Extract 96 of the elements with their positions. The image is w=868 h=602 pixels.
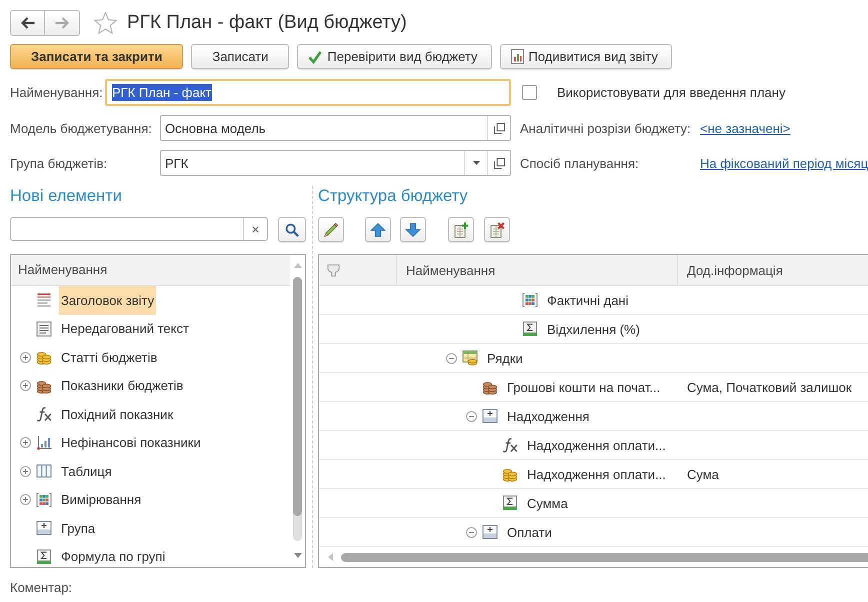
right-arrow-icon — [55, 17, 69, 29]
edit-button[interactable] — [318, 217, 344, 242]
field-label: Спосіб планування: — [520, 156, 640, 170]
filter-icon[interactable] — [327, 264, 340, 276]
clear-icon[interactable] — [252, 226, 259, 232]
scrollbar-thumb[interactable] — [341, 552, 868, 562]
group-dropdown[interactable]: РГК — [160, 150, 511, 176]
search-field[interactable] — [10, 217, 268, 241]
star-icon[interactable] — [94, 12, 117, 34]
tree-item[interactable]: Нефінансові показники — [59, 428, 203, 457]
sigma-icon — [502, 495, 518, 511]
collapse-icon[interactable] — [446, 352, 457, 364]
formula-icon — [502, 437, 518, 453]
delete-column-button[interactable] — [484, 217, 510, 242]
field-label: Група бюджетів: — [10, 156, 108, 170]
table-coins-icon — [462, 350, 478, 366]
expand-icon[interactable] — [20, 466, 31, 477]
search-icon — [285, 222, 299, 236]
bar-chart-icon — [36, 434, 52, 451]
check-icon — [308, 50, 322, 64]
expand-icon[interactable] — [20, 494, 31, 506]
tree-item[interactable]: Сумма — [527, 496, 568, 510]
tree-item[interactable]: Статті бюджетів — [59, 343, 160, 372]
tree-item[interactable]: Надходження — [507, 408, 590, 424]
search-button[interactable] — [278, 217, 306, 242]
link[interactable]: <не зазначені> — [700, 120, 790, 136]
column-header[interactable]: Дод.інформація — [678, 255, 868, 285]
model-field[interactable]: Основна модель — [160, 115, 511, 141]
view-report-button[interactable]: Подивитися вид звіту — [500, 44, 672, 69]
expand-icon[interactable] — [20, 380, 31, 392]
pencil-icon — [323, 222, 339, 238]
report-icon — [510, 49, 524, 64]
tree-item[interactable]: Грошові кошти на почат... — [507, 380, 660, 394]
field-label: Модель бюджетування: — [10, 120, 153, 136]
column-header[interactable]: Найменування — [11, 255, 290, 286]
tree-item[interactable]: Оплати — [507, 524, 552, 540]
document-icon — [36, 320, 52, 337]
checkbox-label: Використовувати для введення плану — [557, 85, 786, 100]
tree-item[interactable]: Формула по групі — [59, 542, 168, 567]
comment-label: Коментар: — [10, 580, 72, 595]
formula-icon — [36, 406, 52, 422]
tree-item[interactable]: Фактичні дані — [547, 292, 628, 308]
up-arrow-icon — [370, 222, 386, 236]
field-label: Найменування: — [10, 85, 104, 100]
open-icon[interactable] — [494, 122, 504, 134]
plus-box-icon — [482, 524, 498, 540]
field-label: Аналітичні розрізи бюджету: — [520, 120, 692, 136]
tree-item[interactable]: Група — [59, 514, 98, 542]
move-up-button[interactable] — [365, 217, 391, 242]
sigma-icon — [522, 321, 538, 337]
tree-item[interactable]: Показники бюджетів — [59, 372, 186, 400]
color-grid-icon — [36, 492, 52, 508]
expand-icon[interactable] — [20, 437, 31, 448]
table-icon — [36, 463, 52, 480]
coins-icon — [502, 466, 518, 482]
back-button[interactable] — [10, 10, 45, 36]
table-cell: Сума — [687, 466, 719, 482]
column-header[interactable]: Найменування — [397, 255, 678, 285]
tree-item[interactable]: Таблиця — [59, 457, 114, 486]
add-column-icon — [453, 222, 469, 238]
collapse-icon[interactable] — [466, 410, 477, 422]
add-column-button[interactable] — [448, 217, 474, 242]
open-icon[interactable] — [494, 158, 504, 168]
save-and-close-button[interactable]: Записати та закрити — [10, 44, 184, 69]
caret-icon[interactable] — [472, 161, 480, 165]
down-arrow-icon — [405, 222, 421, 236]
coins-icon — [482, 379, 498, 395]
move-down-button[interactable] — [400, 217, 426, 242]
save-button[interactable]: Записати — [191, 44, 290, 69]
sigma-icon — [36, 548, 52, 565]
plus-box-icon — [36, 520, 52, 536]
tree-item[interactable]: Нередагований текст — [59, 314, 191, 343]
section-title: Структура бюджету — [318, 186, 468, 206]
plus-box-icon — [482, 408, 498, 424]
delete-column-icon — [489, 222, 505, 238]
link[interactable]: На фіксований період місяц — [700, 156, 868, 170]
check-button[interactable]: Перевірити вид бюджету — [297, 44, 492, 69]
name-field[interactable]: РГК План - факт — [105, 79, 511, 106]
collapse-icon[interactable] — [466, 526, 477, 538]
tree-item[interactable]: Вимірювання — [59, 486, 144, 514]
expand-icon[interactable] — [20, 352, 31, 363]
tree-item[interactable]: Надходження оплати... — [527, 466, 666, 482]
tree-item[interactable]: Рядки — [487, 350, 523, 366]
table-cell: Сума, Початковий залишок — [687, 380, 852, 394]
section-title: Нові елементи — [10, 186, 122, 206]
color-grid-icon — [522, 292, 538, 308]
left-arrow-icon — [20, 17, 34, 29]
coins-icon — [36, 349, 52, 366]
text-lines-icon — [36, 292, 52, 308]
tree-item[interactable]: Відхилення (%) — [547, 322, 640, 336]
window-title: РГК План - факт (Вид бюджету) — [127, 12, 407, 34]
scroll-down-icon[interactable] — [294, 553, 302, 558]
tree-item[interactable]: Надходження оплати... — [527, 438, 666, 452]
tree-item[interactable]: Заголовок звіту — [59, 286, 156, 314]
checkbox[interactable] — [522, 85, 537, 100]
tree-item[interactable]: Похідний показник — [59, 400, 176, 428]
